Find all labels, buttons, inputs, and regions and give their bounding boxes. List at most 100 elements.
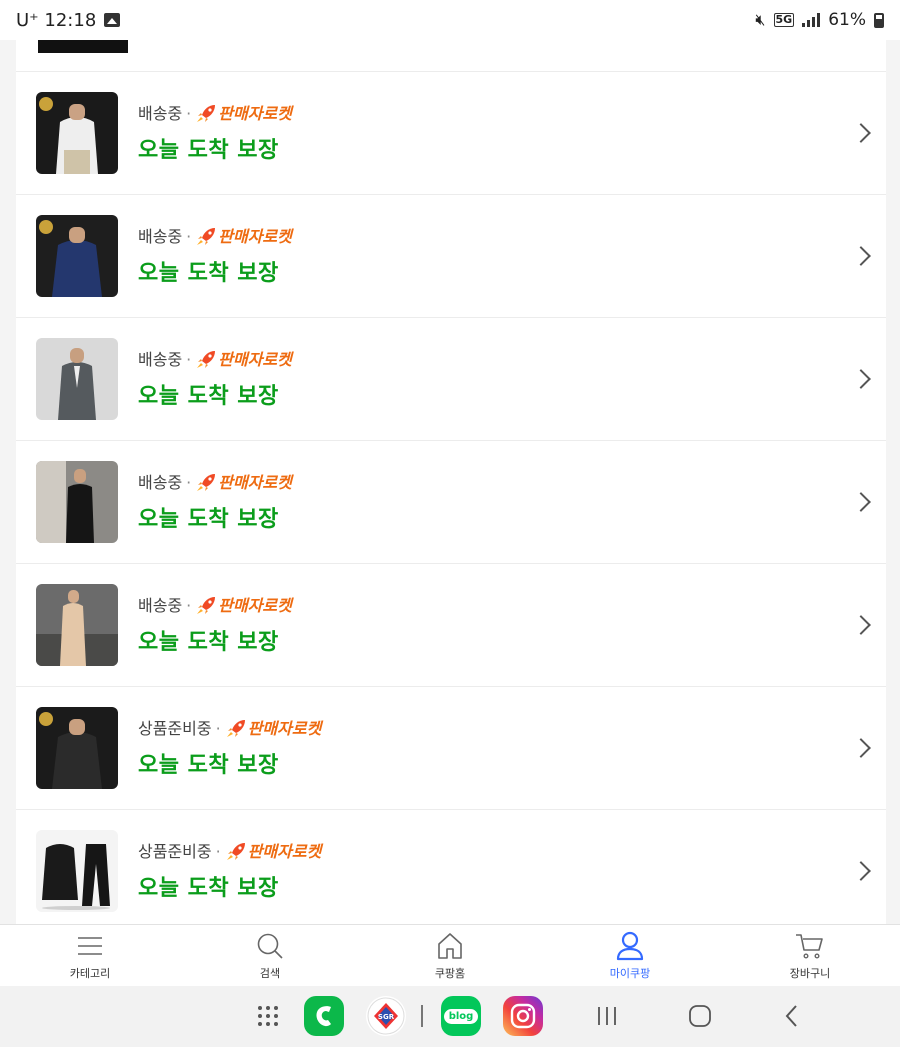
delivery-status-line: 배송중 · 판매자로켓 bbox=[138, 225, 292, 249]
seller-rocket-badge: 판매자로켓 bbox=[218, 104, 292, 123]
gallery-notification-icon bbox=[104, 13, 121, 27]
delivery-status-line: 배송중 · 판매자로켓 bbox=[138, 348, 292, 372]
order-row[interactable]: 배송중 · 판매자로켓오늘 도착 보장 bbox=[16, 564, 886, 687]
nav-home[interactable]: 쿠팡홈 bbox=[360, 925, 540, 986]
nav-label: 마이쿠팡 bbox=[609, 966, 651, 980]
order-row[interactable]: 배송중 · 판매자로켓오늘 도착 보장 bbox=[16, 195, 886, 318]
order-info: 상품준비중 · 판매자로켓오늘 도착 보장 bbox=[138, 717, 321, 779]
app-drawer-icon[interactable] bbox=[258, 1006, 282, 1026]
seller-rocket-badge: 판매자로켓 bbox=[218, 350, 292, 369]
svg-text:SGR: SGR bbox=[378, 1013, 395, 1021]
signal-icon bbox=[802, 13, 821, 27]
recent-apps-button[interactable] bbox=[596, 1002, 618, 1034]
separator-dot: · bbox=[186, 350, 192, 369]
battery-percent: 61% bbox=[828, 10, 866, 30]
rocket-icon bbox=[225, 719, 247, 739]
chevron-right-icon[interactable] bbox=[851, 615, 871, 635]
rocket-icon bbox=[195, 227, 217, 247]
order-row[interactable]: 상품준비중 · 판매자로켓오늘 도착 보장 bbox=[16, 687, 886, 810]
arrival-guarantee: 오늘 도착 보장 bbox=[138, 261, 279, 286]
seller-rocket-badge: 판매자로켓 bbox=[218, 473, 292, 492]
arrival-guarantee: 오늘 도착 보장 bbox=[138, 138, 279, 163]
delivery-status: 상품준비중 bbox=[138, 719, 212, 738]
separator-dot: · bbox=[186, 227, 192, 246]
chevron-right-icon[interactable] bbox=[851, 369, 871, 389]
user-icon bbox=[615, 931, 645, 961]
chevron-right-icon[interactable] bbox=[851, 123, 871, 143]
arrival-guarantee: 오늘 도착 보장 bbox=[138, 384, 279, 409]
product-thumbnail bbox=[36, 707, 118, 789]
delivery-status: 배송중 bbox=[138, 596, 183, 615]
seller-rocket-badge: 판매자로켓 bbox=[218, 596, 292, 615]
arrival-guarantee: 오늘 도착 보장 bbox=[138, 630, 279, 655]
rocket-icon bbox=[225, 842, 247, 862]
delivery-status: 배송중 bbox=[138, 350, 183, 369]
order-info: 배송중 · 판매자로켓오늘 도착 보장 bbox=[138, 594, 292, 656]
chevron-right-icon[interactable] bbox=[851, 492, 871, 512]
product-thumbnail bbox=[36, 215, 118, 297]
arrival-guarantee: 오늘 도착 보장 bbox=[138, 507, 279, 532]
rocket-icon bbox=[195, 104, 217, 124]
partial-order-row[interactable] bbox=[16, 40, 886, 72]
menu-icon bbox=[75, 931, 105, 961]
dock-separator bbox=[421, 1005, 423, 1027]
product-thumbnail bbox=[36, 830, 118, 912]
order-info: 배송중 · 판매자로켓오늘 도착 보장 bbox=[138, 225, 292, 287]
order-info: 상품준비중 · 판매자로켓오늘 도착 보장 bbox=[138, 840, 321, 902]
chevron-right-icon[interactable] bbox=[851, 861, 871, 881]
phone-app-icon[interactable] bbox=[304, 996, 344, 1036]
order-info: 배송중 · 판매자로켓오늘 도착 보장 bbox=[138, 102, 292, 164]
delivery-status-line: 배송중 · 판매자로켓 bbox=[138, 471, 292, 495]
product-thumbnail bbox=[38, 40, 128, 53]
rocket-icon bbox=[195, 596, 217, 616]
back-button[interactable] bbox=[782, 1002, 802, 1034]
product-thumbnail bbox=[36, 461, 118, 543]
order-row[interactable]: 배송중 · 판매자로켓오늘 도착 보장 bbox=[16, 441, 886, 564]
product-thumbnail bbox=[36, 338, 118, 420]
arrival-guarantee: 오늘 도착 보장 bbox=[138, 876, 279, 901]
order-info: 배송중 · 판매자로켓오늘 도착 보장 bbox=[138, 471, 292, 533]
delivery-status-line: 배송중 · 판매자로켓 bbox=[138, 102, 292, 126]
instagram-app-icon[interactable] bbox=[503, 996, 543, 1036]
delivery-status: 배송중 bbox=[138, 104, 183, 123]
battery-icon bbox=[874, 12, 884, 28]
blog-label: blog bbox=[443, 1008, 479, 1024]
bottom-navigation: 카테고리 검색 쿠팡홈 마이쿠팡 장바구니 bbox=[0, 924, 900, 986]
home-button[interactable] bbox=[687, 1002, 713, 1034]
product-thumbnail bbox=[36, 92, 118, 174]
nav-label: 장바구니 bbox=[789, 966, 831, 980]
cart-icon bbox=[795, 931, 825, 961]
order-row[interactable]: 배송중 · 판매자로켓오늘 도착 보장 bbox=[16, 318, 886, 441]
nav-category[interactable]: 카테고리 bbox=[0, 925, 180, 986]
order-info: 배송중 · 판매자로켓오늘 도착 보장 bbox=[138, 348, 292, 410]
home-icon bbox=[435, 931, 465, 961]
order-row[interactable]: 배송중 · 판매자로켓오늘 도착 보장 bbox=[16, 72, 886, 195]
arrival-guarantee: 오늘 도착 보장 bbox=[138, 753, 279, 778]
status-bar: U⁺ 12:18 🔇︎ 5G 61% bbox=[0, 0, 900, 40]
delivery-status: 배송중 bbox=[138, 227, 183, 246]
delivery-status: 배송중 bbox=[138, 473, 183, 492]
order-list: 배송중 · 판매자로켓 오늘 도착 보장 배송중 · 판매자로켓 오늘 도착 보장 배송중 · 판매… bbox=[16, 40, 886, 924]
nav-search[interactable]: 검색 bbox=[180, 925, 360, 986]
search-icon bbox=[255, 931, 285, 961]
separator-dot: · bbox=[215, 842, 221, 861]
seller-rocket-badge: 판매자로켓 bbox=[247, 842, 322, 861]
chevron-right-icon[interactable] bbox=[851, 738, 871, 758]
product-thumbnail bbox=[36, 584, 118, 666]
nav-cart[interactable]: 장바구니 bbox=[720, 925, 900, 986]
delivery-status-line: 상품준비중 · 판매자로켓 bbox=[138, 717, 321, 741]
sgr-app-icon[interactable]: SGR bbox=[366, 996, 406, 1036]
carrier-time: U⁺ 12:18 bbox=[16, 9, 97, 31]
separator-dot: · bbox=[186, 473, 192, 492]
order-list-viewport[interactable]: 배송중 · 판매자로켓 오늘 도착 보장 배송중 · 판매자로켓 오늘 도착 보장 배송중 · 판매… bbox=[0, 40, 900, 924]
order-row[interactable]: 상품준비중 · 판매자로켓오늘 도착 보장 bbox=[16, 810, 886, 924]
rocket-icon bbox=[195, 350, 217, 370]
separator-dot: · bbox=[186, 596, 192, 615]
delivery-status: 상품준비중 bbox=[138, 842, 212, 861]
naver-blog-app-icon[interactable]: blog bbox=[441, 996, 481, 1036]
nav-label: 쿠팡홈 bbox=[434, 966, 466, 980]
delivery-status-line: 상품준비중 · 판매자로켓 bbox=[138, 840, 321, 864]
chevron-right-icon[interactable] bbox=[851, 246, 871, 266]
nav-my-coupang[interactable]: 마이쿠팡 bbox=[540, 925, 720, 986]
separator-dot: · bbox=[186, 104, 192, 123]
